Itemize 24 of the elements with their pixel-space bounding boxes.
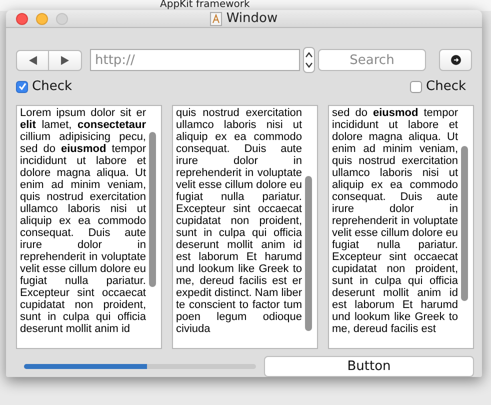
scrollbar-thumb[interactable]: [461, 146, 468, 301]
checkbox[interactable]: Check: [410, 79, 466, 94]
checkbox[interactable]: Check: [16, 79, 72, 94]
checkbox-box[interactable]: [16, 80, 28, 92]
search-field[interactable]: Search: [318, 49, 426, 71]
window-title: Window: [226, 11, 278, 26]
checkbox-box[interactable]: [410, 80, 422, 92]
minimize-button[interactable]: [36, 12, 48, 24]
go-button[interactable]: [439, 49, 472, 71]
back-icon: [28, 56, 36, 64]
arrow-circle-icon: [450, 55, 460, 65]
back-button[interactable]: [16, 50, 49, 70]
close-button[interactable]: [16, 12, 28, 24]
paragraph: quis nostrud exercitation ullamco laboris nisi ut aliquip ex ea commodo consequat. Duis aute irure dolor in reprehenderit in voluptate velit esse cillum dolore eu fugiat nulla pariatur. Excepteur sint occaecat cupidatat non proident, sunt in culpa qui officia deserunt mollit anim id est laborum Et harumd und lookum like Greek to me, dereud facilis est er expedit distinct. Nam liber te conscient to factor tum poen legum odioque civiuda: [176, 107, 302, 335]
paragraph: sed do eiusmod tempor incididunt ut labore et dolore magna aliqua. Ut enim ad minim veniam, quis nostrud exercitation ullamco laboris nisi ut aliquip ex ea commodo consequat. Duis aute irure dolor in reprehenderit in voluptate velit esse cillum dolore eu fugiat nulla pariatur. Excepteur sint occaecat cupidatat non proident, sunt in culpa qui officia deserunt mollit anim id est laborum Et harumd und lookum like Greek to me, dereud facilis est: [332, 107, 458, 335]
paragraph: Lorem ipsum dolor sit er elit lamet, consectetaur cillium adipisicing pecu, sed do eiusmod tempor incididunt ut labore et dolore magna aliqua. Ut enim ad minim veniam, quis nostrud exercitation ullamco laboris nisi ut aliquip ex ea commodo consequat. Duis aute irure dolor in reprehenderit in voluptate velit esse cillum dolore eu fugiat nulla pariatur. Excepteur sint occaecat cupidatat non proident, sunt in culpa qui officia deserunt mollit anim id: [20, 107, 146, 335]
forward-button[interactable]: [49, 50, 82, 70]
stepper[interactable]: [303, 47, 315, 73]
address-field[interactable]: http://: [90, 49, 300, 71]
forward-icon: [61, 56, 69, 64]
scrollbar-thumb[interactable]: [149, 132, 156, 287]
scrollbar-thumb[interactable]: [305, 176, 312, 331]
document-icon: [210, 12, 222, 26]
push-button[interactable]: Button: [264, 356, 474, 377]
